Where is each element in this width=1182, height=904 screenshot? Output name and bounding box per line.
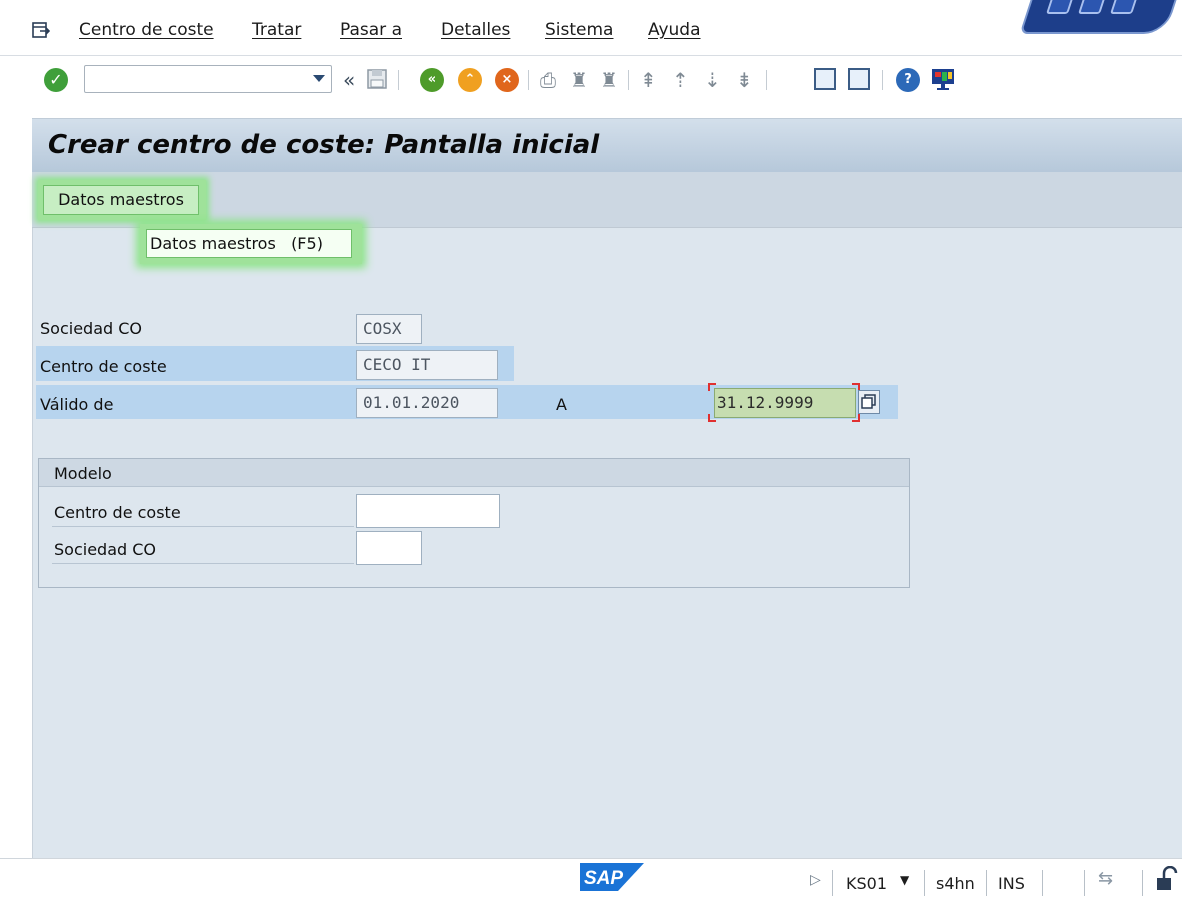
centro-de-coste-field[interactable]: CECO IT — [356, 350, 498, 380]
modelo-sociedad-co-label: Sociedad CO — [54, 540, 156, 559]
modelo-group-title: Modelo — [54, 464, 112, 483]
command-field[interactable] — [84, 65, 332, 93]
help-icon[interactable]: ? — [896, 68, 920, 92]
chevron-down-icon[interactable] — [313, 75, 325, 82]
check-icon[interactable]: ✓ — [44, 68, 68, 92]
a-label: A — [556, 395, 567, 414]
customize-layout-icon[interactable] — [930, 66, 956, 92]
sociedad-co-label: Sociedad CO — [40, 319, 142, 338]
find-icon[interactable]: ♜ — [570, 68, 588, 92]
sap-logo: SAP — [580, 863, 644, 891]
chevron-down-icon[interactable]: ▼ — [900, 873, 909, 887]
menu-tratar[interactable]: Tratar — [252, 20, 301, 40]
save-icon[interactable] — [366, 68, 388, 90]
print-icon[interactable]: ⎙ — [540, 68, 556, 92]
menu-ayuda[interactable]: Ayuda — [648, 20, 701, 40]
previous-page-icon[interactable]: ⇡ — [672, 68, 689, 92]
menu-centro-de-coste[interactable]: Centro de coste — [79, 20, 214, 40]
menu-sistema[interactable]: Sistema — [545, 20, 613, 40]
status-separator — [1084, 870, 1085, 896]
last-page-icon[interactable]: ⇟ — [736, 68, 753, 92]
status-separator — [1042, 870, 1043, 896]
system-menu-icon[interactable] — [32, 22, 50, 38]
window-controls — [1019, 0, 1179, 34]
tab-icon[interactable]: ⇆ — [1098, 868, 1113, 889]
back-icon[interactable]: « — [420, 68, 444, 92]
toolbar-separator — [882, 70, 883, 90]
menu-detalles[interactable]: Detalles — [441, 20, 510, 40]
exit-icon[interactable]: ⌃ — [458, 68, 482, 92]
toolbar-separator — [766, 70, 767, 90]
maximize-icon[interactable] — [1078, 0, 1106, 14]
back-arrows-icon[interactable]: « — [343, 68, 355, 92]
status-separator — [986, 870, 987, 896]
valido-de-label: Válido de — [40, 395, 114, 414]
modelo-centro-de-coste-label: Centro de coste — [54, 503, 181, 522]
cancel-icon[interactable]: × — [495, 68, 519, 92]
toolbar-separator — [528, 70, 529, 90]
minimize-icon[interactable] — [1046, 0, 1074, 14]
first-page-icon[interactable]: ⇞ — [640, 68, 657, 92]
shortcut-icon[interactable] — [848, 68, 870, 90]
menu-pasar-a[interactable]: Pasar a — [340, 20, 402, 40]
system-name: s4hn — [936, 874, 975, 893]
datos-maestros-button[interactable]: Datos maestros — [43, 185, 199, 215]
close-icon[interactable] — [1110, 0, 1138, 14]
focus-corner — [708, 414, 716, 422]
value-help-icon[interactable] — [858, 390, 880, 414]
modelo-group-header — [39, 459, 909, 487]
new-session-icon[interactable] — [814, 68, 836, 90]
modelo-sociedad-co-field[interactable] — [356, 531, 422, 565]
standard-toolbar: ✓ « « ⌃ × ⎙ ♜ ♜ ⇞ ⇡ ⇣ ⇟ ? — [0, 56, 1182, 106]
underline — [52, 563, 354, 564]
toolbar-separator — [628, 70, 629, 90]
status-separator — [924, 870, 925, 896]
transaction-code[interactable]: KS01 — [846, 874, 887, 893]
insert-mode[interactable]: INS — [998, 874, 1025, 893]
sociedad-co-field[interactable]: COSX — [356, 314, 422, 344]
page-title: Crear centro de coste: Pantalla inicial — [48, 130, 600, 160]
underline — [52, 526, 354, 527]
valido-de-field[interactable]: 01.01.2020 — [356, 388, 498, 418]
focus-corner — [852, 414, 860, 422]
status-separator — [832, 870, 833, 896]
next-page-icon[interactable]: ⇣ — [704, 68, 721, 92]
lock-icon[interactable] — [1156, 866, 1178, 892]
focus-corner — [708, 383, 716, 391]
modelo-centro-de-coste-field[interactable] — [356, 494, 500, 528]
status-separator — [1142, 870, 1143, 896]
svg-text:SAP: SAP — [584, 868, 623, 889]
play-icon[interactable]: ▷ — [810, 872, 821, 888]
centro-de-coste-label: Centro de coste — [40, 357, 167, 376]
tooltip: Datos maestros (F5) — [146, 229, 352, 258]
valido-a-field[interactable]: 31.12.9999 — [714, 388, 856, 418]
find-next-icon[interactable]: ♜ — [600, 68, 618, 92]
toolbar-separator — [398, 70, 399, 90]
